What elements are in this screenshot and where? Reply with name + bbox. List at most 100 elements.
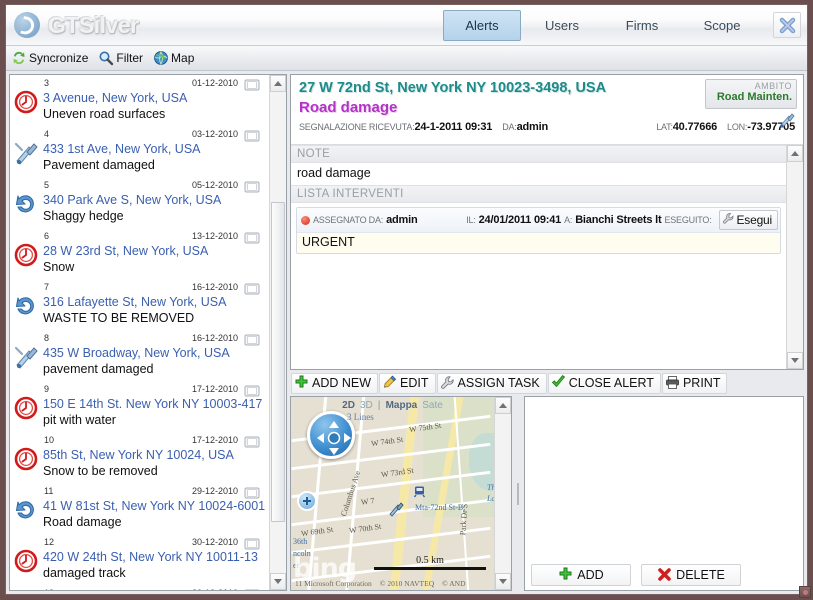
- assigned-by: admin: [386, 214, 418, 226]
- attachments-pane: ADD DELETE: [524, 396, 804, 591]
- alert-description: Road damage: [43, 515, 122, 529]
- x-red-icon: [657, 567, 673, 583]
- scroll-down-button[interactable]: [270, 573, 286, 590]
- alert-date: 05-12-2010: [191, 180, 238, 190]
- filter-button[interactable]: Filter: [95, 48, 149, 69]
- brand: GTSilver: [6, 12, 139, 39]
- to-value: Bianchi Streets lt: [575, 214, 662, 226]
- esegui-button[interactable]: Esegui: [718, 210, 778, 230]
- alert-description: pit with water: [43, 413, 116, 427]
- close-button[interactable]: [773, 12, 801, 38]
- scroll-track[interactable]: [270, 92, 286, 573]
- alert-list-item[interactable]: 8 16-12-2010 435 W Broadway, New York, USA…: [10, 330, 269, 381]
- detail-scroll-down-button[interactable]: [787, 352, 803, 369]
- app-title: GTSilver: [48, 11, 139, 38]
- note-document-icon[interactable]: [244, 180, 260, 193]
- map-scale-bar: [374, 567, 486, 570]
- map-3d-button[interactable]: 3D: [360, 400, 373, 411]
- map-canvas[interactable]: 2D 3D | Mappa Sate 3 Lines W 75th St W 7…: [291, 397, 494, 590]
- tools-icon: [13, 140, 41, 168]
- tab-scope[interactable]: Scope: [683, 10, 761, 41]
- edit-button[interactable]: EDIT: [379, 372, 436, 394]
- from-label: DA:: [502, 122, 517, 132]
- resize-grip[interactable]: [799, 586, 811, 598]
- alert-list-item[interactable]: 5 05-12-2010 340 Park Ave S, New York, USA…: [10, 177, 269, 228]
- note-document-icon[interactable]: [244, 384, 260, 397]
- intervention-body: URGENT: [302, 235, 355, 249]
- alert-list-item[interactable]: 3 01-12-2010 3 Avenue, New York, USA Uneven…: [10, 75, 269, 126]
- attachments-list[interactable]: [525, 397, 803, 560]
- esegui-label: Esegui: [736, 213, 773, 227]
- plus-green-icon: [294, 375, 310, 391]
- bottom-split: 2D 3D | Mappa Sate 3 Lines W 75th St W 7…: [290, 394, 804, 591]
- received-label: SEGNALAZIONE RICEVUTA:: [299, 122, 415, 132]
- alert-description: WASTE TO BE REMOVED: [43, 311, 195, 325]
- alert-date: 17-12-2010: [191, 384, 238, 394]
- tools-map-pin-icon[interactable]: [387, 500, 405, 518]
- alert-description: pavement damaged: [43, 362, 154, 376]
- note-section-header: NOTE: [291, 145, 786, 163]
- note-document-icon[interactable]: [244, 486, 260, 499]
- note-document-icon[interactable]: [244, 231, 260, 244]
- map-2d-button[interactable]: 2D: [342, 400, 355, 411]
- note-document-icon[interactable]: [244, 282, 260, 295]
- assign-task-button[interactable]: ASSIGN TASK: [436, 372, 547, 394]
- alert-list-item[interactable]: 1330-12-201014 Washington Sq N, New York…: [10, 585, 269, 590]
- body: 3 01-12-2010 3 Avenue, New York, USA Uneven…: [6, 71, 807, 594]
- action-bar: ADD NEW EDIT ASSIGN TASK CLOSE ALERT PRI…: [290, 370, 804, 394]
- tab-alerts[interactable]: Alerts: [443, 10, 521, 41]
- alert-list-item[interactable]: 6 13-12-2010 28 W 23rd St, New York, USA Sn…: [10, 228, 269, 279]
- map-view-controls: 2D 3D | Mappa Sate: [291, 397, 494, 413]
- map-scroll-down-button[interactable]: [495, 573, 511, 590]
- panel-splitter[interactable]: [516, 396, 520, 591]
- map-scroll-up-button[interactable]: [495, 397, 511, 414]
- map-mappa-button[interactable]: Mappa: [386, 400, 418, 411]
- alert-address: 28 W 23rd St, New York, USA: [43, 244, 209, 258]
- note-document-icon[interactable]: [244, 78, 260, 91]
- alert-address: 340 Park Ave S, New York, USA: [43, 193, 222, 207]
- close-alert-button[interactable]: CLOSE ALERT: [547, 372, 661, 394]
- note-document-icon[interactable]: [244, 129, 260, 142]
- tab-users[interactable]: Users: [523, 10, 601, 41]
- map-scroll-track[interactable]: [495, 414, 511, 573]
- close-alert-label: CLOSE ALERT: [568, 376, 654, 390]
- detail-scroll-up-button[interactable]: [787, 145, 803, 162]
- alert-description: Shaggy hedge: [43, 209, 124, 223]
- ambito-badge[interactable]: AMBITO Road Mainten.: [705, 79, 797, 109]
- alert-list-item[interactable]: 10 17-12-2010 85th St, New York NY 10024, …: [10, 432, 269, 483]
- alert-date: 30-12-2010: [42, 587, 244, 590]
- map-pane: 2D 3D | Mappa Sate 3 Lines W 75th St W 7…: [290, 396, 512, 591]
- attachment-add-button[interactable]: ADD: [531, 564, 631, 586]
- add-new-button[interactable]: ADD NEW: [291, 372, 379, 394]
- main-tabs: Alerts Users Firms Scope: [443, 10, 761, 41]
- map-scrollbar[interactable]: [494, 397, 511, 590]
- detail-scroll-track[interactable]: [787, 162, 803, 352]
- alert-list-item[interactable]: 7 16-12-2010 316 Lafayette St, New York, U…: [10, 279, 269, 330]
- alert-list-item[interactable]: 9 17-12-2010 150 E 14th St. New York NY 10…: [10, 381, 269, 432]
- blue-arrow-icon: [13, 293, 41, 321]
- intervention-item[interactable]: ASSEGNATO DA: admin IL: 24/01/2011 09:41…: [296, 207, 781, 254]
- alert-list-item[interactable]: 11 29-12-2010 41 W 81st St, New York NY 10…: [10, 483, 269, 534]
- note-document-icon[interactable]: [244, 537, 260, 550]
- print-button[interactable]: PRINT: [661, 372, 728, 394]
- note-document-icon[interactable]: [244, 435, 260, 448]
- syncronize-button[interactable]: Syncronize: [8, 48, 94, 69]
- tab-firms[interactable]: Firms: [603, 10, 681, 41]
- map-button[interactable]: Map: [150, 48, 200, 69]
- map-label: W 7: [360, 496, 375, 507]
- scroll-up-button[interactable]: [270, 75, 286, 92]
- alerts-list-scrollbar[interactable]: [269, 75, 286, 590]
- magnifier-zoom-icon[interactable]: [297, 491, 317, 511]
- toolbar: Syncronize Filter Map: [6, 46, 807, 71]
- scroll-thumb[interactable]: [271, 202, 285, 522]
- detail-scrollbar[interactable]: [786, 145, 803, 369]
- note-document-icon[interactable]: [244, 333, 260, 346]
- alert-list-item[interactable]: 4 03-12-2010 433 1st Ave, New York, USA Pa…: [10, 126, 269, 177]
- intervention-header: ASSEGNATO DA: admin IL: 24/01/2011 09:41…: [297, 208, 780, 233]
- printer-icon: [665, 375, 681, 391]
- attachment-delete-button[interactable]: DELETE: [641, 564, 741, 586]
- note-document-icon[interactable]: [244, 588, 260, 590]
- alert-list-item[interactable]: 12 30-12-2010 420 W 24th St, New York NY …: [10, 534, 269, 585]
- alerts-list[interactable]: 3 01-12-2010 3 Avenue, New York, USA Uneven…: [10, 75, 269, 590]
- map-satellite-button[interactable]: Sate: [422, 400, 443, 411]
